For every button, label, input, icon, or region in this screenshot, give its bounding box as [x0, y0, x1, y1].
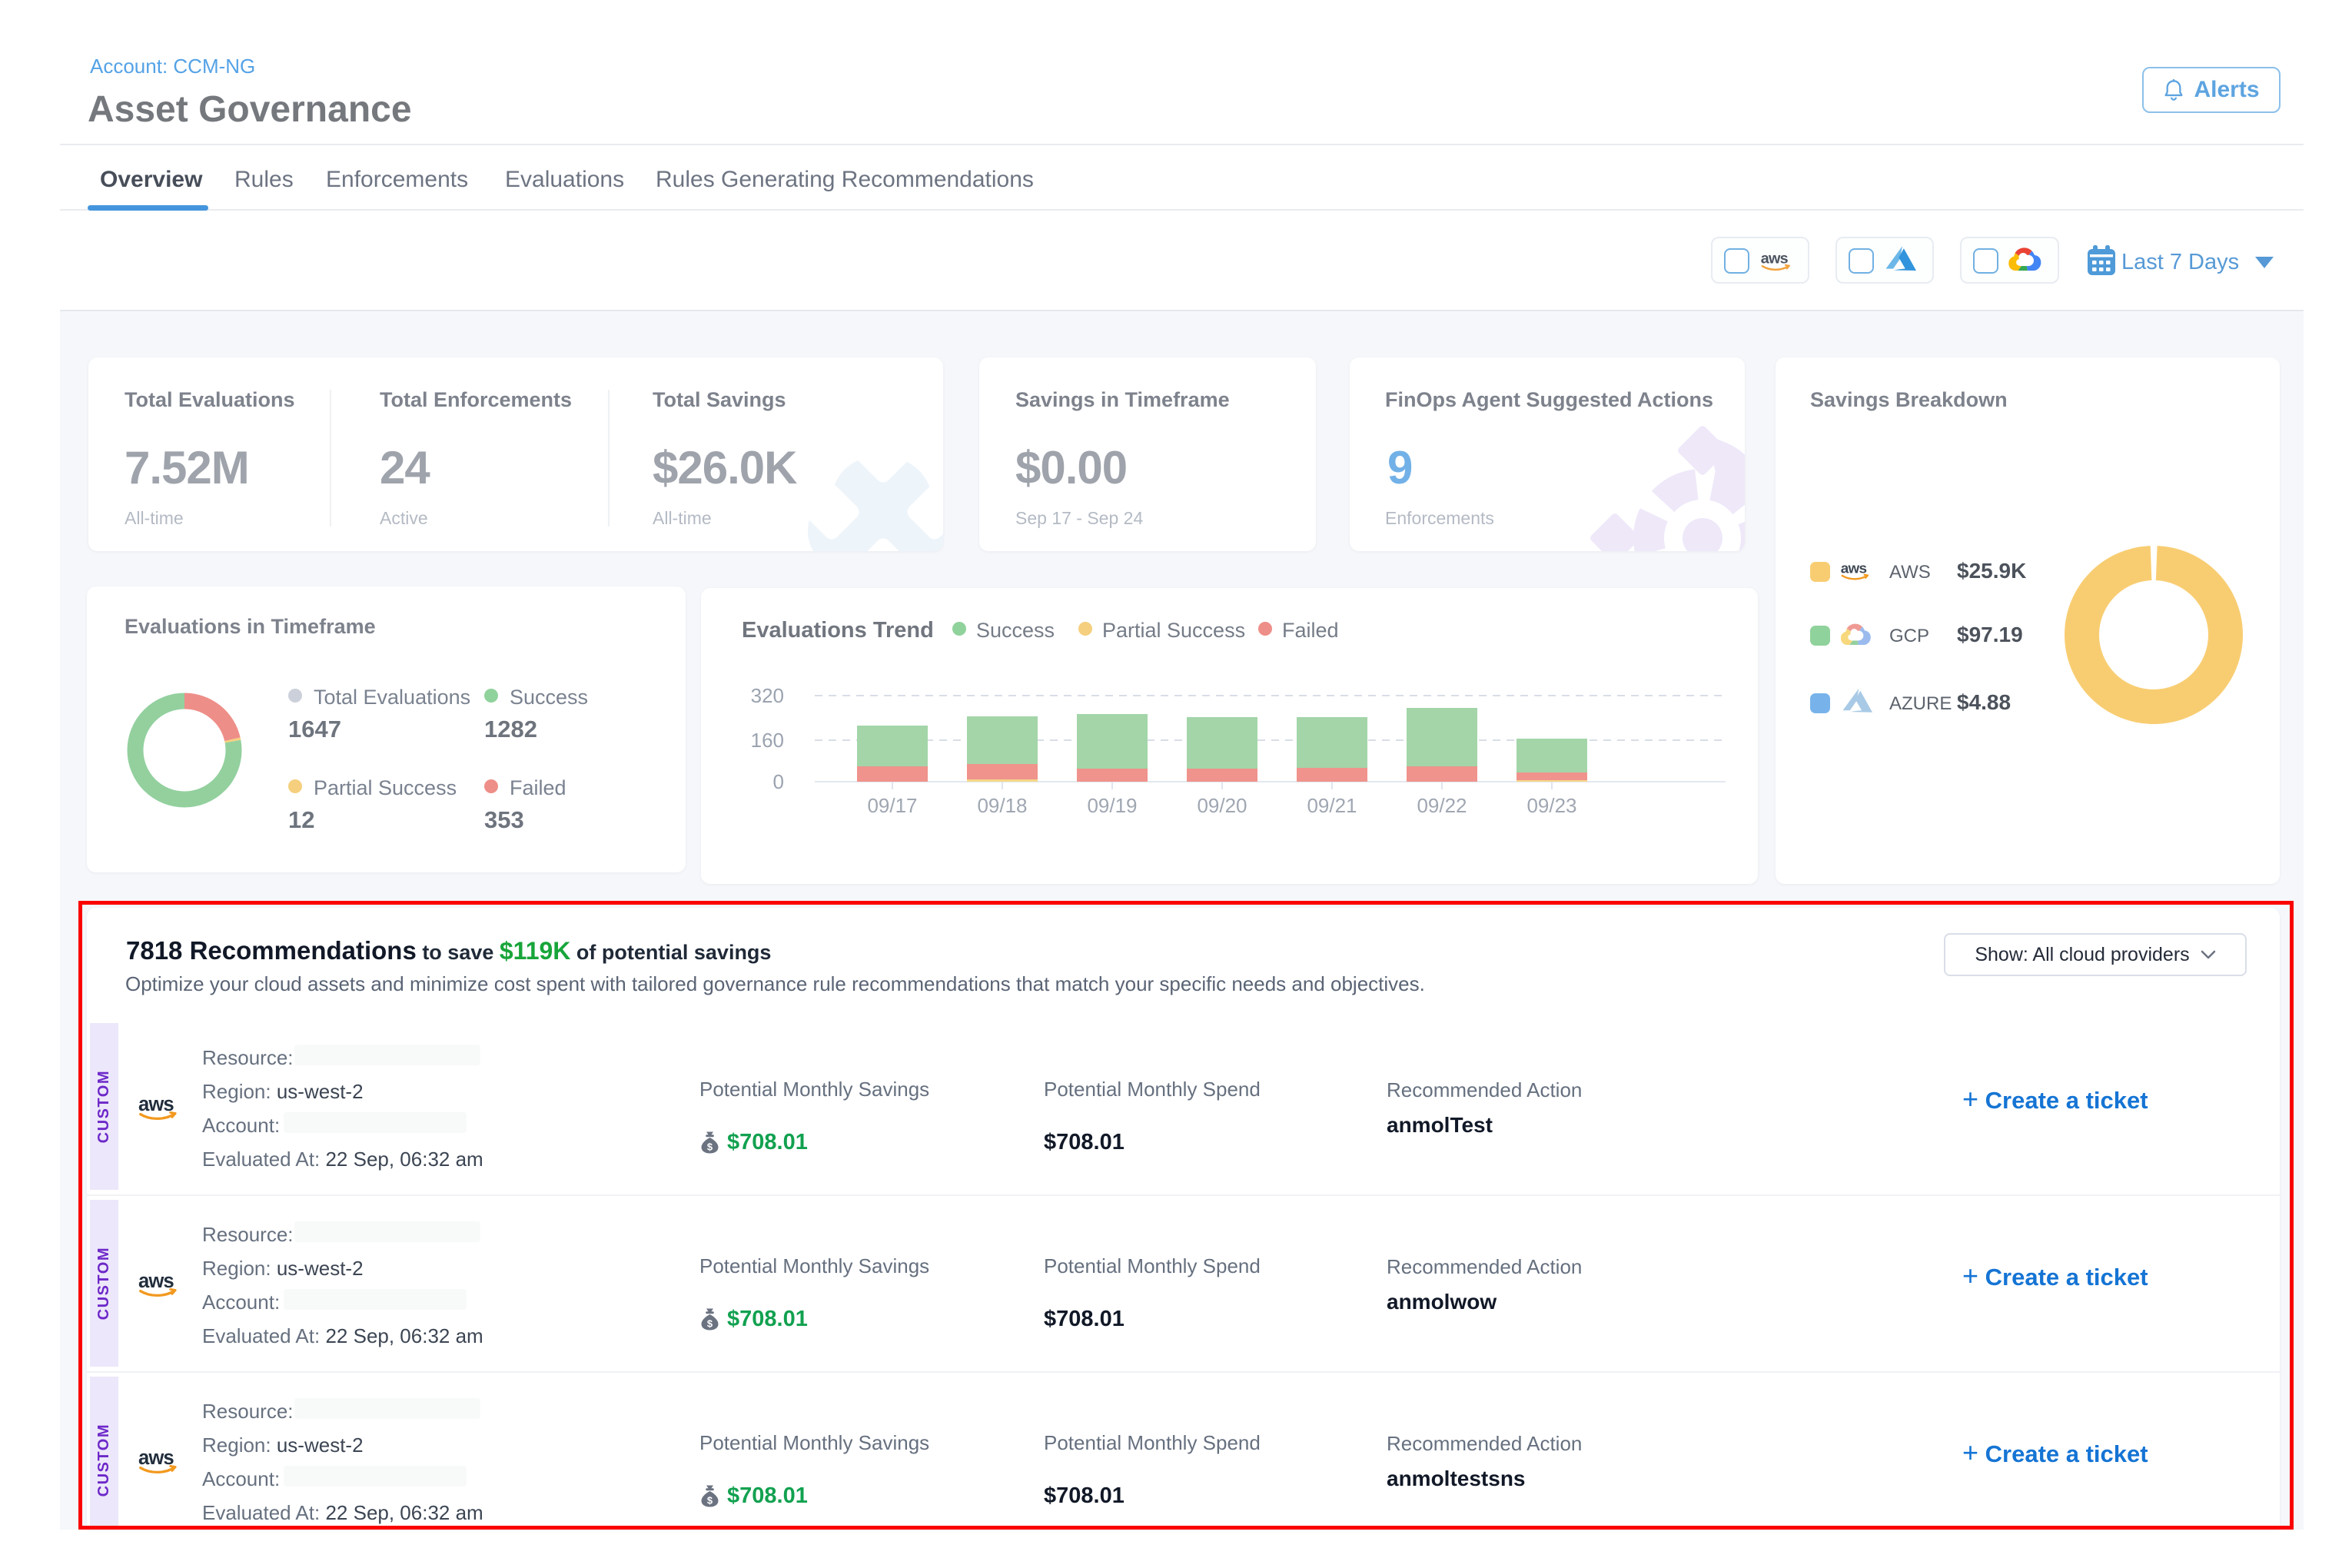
- svg-text:09/23: 09/23: [1526, 794, 1576, 817]
- svg-text:aws: aws: [1761, 251, 1789, 267]
- svg-text:09/17: 09/17: [867, 794, 917, 817]
- svg-text:09/20: 09/20: [1197, 794, 1247, 817]
- svg-text:aws: aws: [1841, 561, 1867, 577]
- svg-text:09/19: 09/19: [1087, 794, 1137, 817]
- svg-text:160: 160: [751, 729, 784, 752]
- svg-text:09/18: 09/18: [977, 794, 1027, 817]
- svg-text:09/22: 09/22: [1417, 794, 1467, 817]
- svg-text:09/21: 09/21: [1307, 794, 1357, 817]
- svg-text:0: 0: [773, 770, 784, 793]
- svg-text:320: 320: [751, 684, 784, 707]
